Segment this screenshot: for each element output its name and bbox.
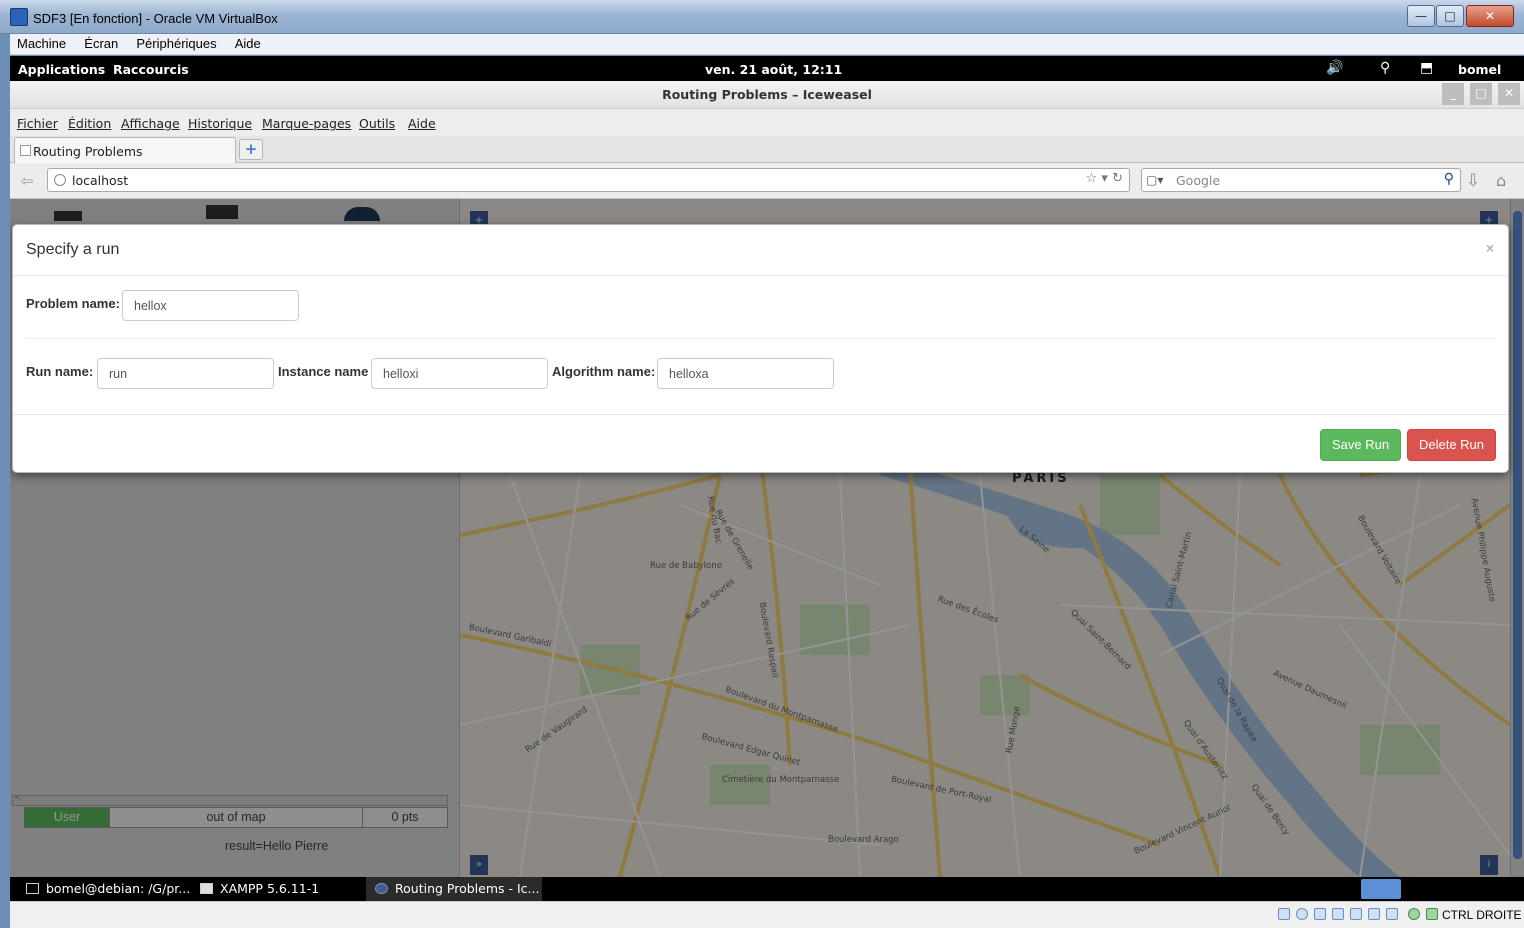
search-box[interactable]: ▢▾ Google ⚲ [1141,168,1461,192]
taskbar: bomel@debian: /G/pr... XAMPP 5.6.11-1 Ro… [10,877,1524,901]
host-menu-help[interactable]: Aide [228,34,268,51]
host-menu-devices[interactable]: Périphériques [129,34,223,51]
run-name-label: Run name: [26,364,94,379]
search-engine-dropdown[interactable]: ▢▾ [1146,173,1163,187]
home-icon[interactable]: ⌂ [1496,171,1506,190]
browser-menubar: Fichier Édition Affichage Historique Mar… [10,110,1524,136]
close-icon[interactable]: × [1486,240,1494,256]
video-capture-icon[interactable] [1386,908,1398,920]
vbox-status-bar: CTRL DROITE [10,901,1524,928]
instance-name-label: Instance name [278,364,369,379]
notification-icon[interactable] [1361,879,1401,899]
modal-footer: Save Run Delete Run [13,414,1508,474]
task-terminal[interactable]: bomel@debian: /G/pr... [26,881,190,896]
menu-tools[interactable]: Outils [359,116,395,131]
menu-history[interactable]: Historique [188,116,252,131]
window-icon [200,883,213,894]
menu-help[interactable]: Aide [408,116,436,131]
back-arrow-icon[interactable]: ⇦ [15,172,39,190]
network-adapter-icon[interactable] [1368,908,1380,920]
applications-menu[interactable]: Applications [18,62,105,77]
section-divider [26,338,1496,339]
browser-window-title: Routing Problems – Iceweasel [662,87,872,102]
chevron-down-icon[interactable]: ▾ [1101,171,1108,186]
task-label: XAMPP 5.6.11-1 [220,881,320,896]
optical-drive-icon[interactable] [1296,908,1308,920]
search-placeholder: Google [1176,173,1221,188]
task-label: bomel@debian: /G/pr... [46,881,191,896]
globe-icon [54,174,66,186]
task-xampp[interactable]: XAMPP 5.6.11-1 [200,881,319,896]
shared-folders-icon[interactable] [1332,908,1344,920]
browser-maximize-button[interactable]: □ [1470,83,1492,105]
browser-titlebar: Routing Problems – Iceweasel [10,81,1524,109]
gnome-top-panel: Applications Raccourcis ven. 21 août, 12… [10,56,1524,81]
instance-name-input[interactable] [371,358,548,389]
task-label: Routing Problems - Ic... [395,881,540,896]
guest-screen: Applications Raccourcis ven. 21 août, 12… [10,56,1524,928]
navigation-bar: ⇦ localhost ☆ ▾ ↻ ▢▾ Google ⚲ ⇩ ⌂ [10,163,1524,199]
new-tab-button[interactable]: + [239,139,263,160]
menu-view[interactable]: Affichage [121,116,180,131]
problem-name-input[interactable] [122,290,299,321]
browser-close-button[interactable]: ✕ [1498,83,1520,105]
mouse-integration-icon[interactable] [1408,908,1420,920]
panel-clock[interactable]: ven. 21 août, 12:11 [705,62,842,77]
modal-title: Specify a run [26,241,120,258]
save-run-button[interactable]: Save Run [1320,429,1401,461]
close-button[interactable]: ✕ [1466,5,1514,27]
menu-edit[interactable]: Édition [68,116,111,131]
display-icon[interactable] [1350,908,1362,920]
modal-header: Specify a run × [13,225,1508,276]
page-favicon-icon [20,145,31,156]
accessibility-icon[interactable]: ⚲ [1380,60,1390,76]
algorithm-name-input[interactable] [657,358,834,389]
shortcuts-menu[interactable]: Raccourcis [113,62,189,77]
download-arrow-icon[interactable]: ⇩ [1466,171,1480,191]
user-menu[interactable]: bomel [1458,62,1501,77]
url-bar[interactable]: localhost ☆ ▾ ↻ [47,168,1130,192]
usb-icon[interactable] [1314,908,1326,920]
hard-disk-icon[interactable] [1278,908,1290,920]
volume-icon[interactable]: 🔊 [1326,60,1343,76]
host-menu-screen[interactable]: Écran [77,34,125,51]
menu-file[interactable]: Fichier [17,116,58,131]
host-titlebar: SDF3 [En fonction] - Oracle VM VirtualBo… [0,0,1524,34]
host-key-label: CTRL DROITE [1442,908,1522,922]
host-window-title: SDF3 [En fonction] - Oracle VM VirtualBo… [33,11,278,26]
host-menubar: Machine Écran Périphériques Aide [10,34,1524,55]
url-text: localhost [72,173,129,188]
iceweasel-icon [375,883,388,894]
tab-bar: Routing Problems + [10,136,1524,163]
host-menu-machine[interactable]: Machine [10,34,73,51]
run-name-input[interactable] [97,358,274,389]
task-browser[interactable]: Routing Problems - Ic... [375,881,539,896]
bookmark-star-icon[interactable]: ☆ [1086,171,1098,186]
network-icon[interactable]: ⬒ [1420,60,1433,76]
minimize-button[interactable]: — [1407,5,1435,27]
menu-bookmarks[interactable]: Marque-pages [262,116,351,131]
algorithm-name-label: Algorithm name: [552,364,656,379]
reload-icon[interactable]: ↻ [1112,171,1123,186]
problem-name-label: Problem name: [26,296,120,311]
terminal-icon [26,883,39,894]
specify-run-dialog: Specify a run × Problem name: Run name: … [12,224,1509,473]
maximize-button[interactable]: □ [1436,5,1464,27]
search-icon[interactable]: ⚲ [1444,171,1454,187]
tab-routing-problems[interactable]: Routing Problems [14,137,236,163]
host-key-icon[interactable] [1426,908,1438,920]
delete-run-button[interactable]: Delete Run [1407,429,1496,461]
browser-minimize-button[interactable]: _ [1442,83,1464,105]
tab-label: Routing Problems [33,144,143,159]
virtualbox-icon [10,8,28,26]
url-bar-tools: ☆ ▾ ↻ [1086,171,1123,186]
